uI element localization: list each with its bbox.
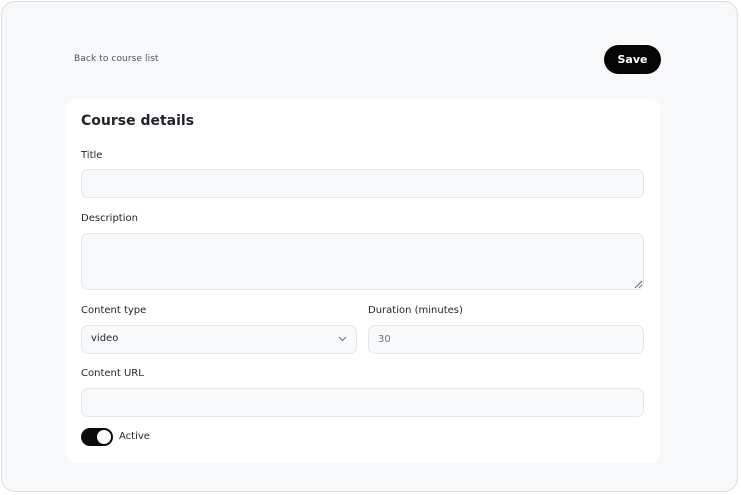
content-type-select[interactable]: video [81, 325, 357, 354]
duration-label: Duration (minutes) [368, 305, 463, 316]
title-input[interactable] [81, 169, 644, 198]
save-button[interactable]: Save [604, 45, 661, 74]
active-toggle[interactable] [81, 428, 113, 446]
back-to-course-list-link[interactable]: Back to course list [74, 54, 159, 64]
content-type-value: video [91, 333, 119, 344]
toggle-knob [97, 430, 111, 444]
content-type-label: Content type [81, 305, 147, 316]
card-title: Course details [81, 113, 195, 129]
duration-input[interactable] [368, 325, 644, 354]
chevron-down-icon [338, 336, 347, 342]
description-textarea[interactable] [81, 233, 644, 290]
course-details-card: Course details Title Description Content… [66, 99, 660, 463]
title-label: Title [81, 150, 103, 161]
content-url-input[interactable] [81, 388, 644, 417]
content-url-label: Content URL [81, 368, 144, 379]
active-label: Active [119, 431, 150, 442]
app-window: Back to course list Save Course details … [1, 1, 738, 492]
description-label: Description [81, 213, 138, 224]
